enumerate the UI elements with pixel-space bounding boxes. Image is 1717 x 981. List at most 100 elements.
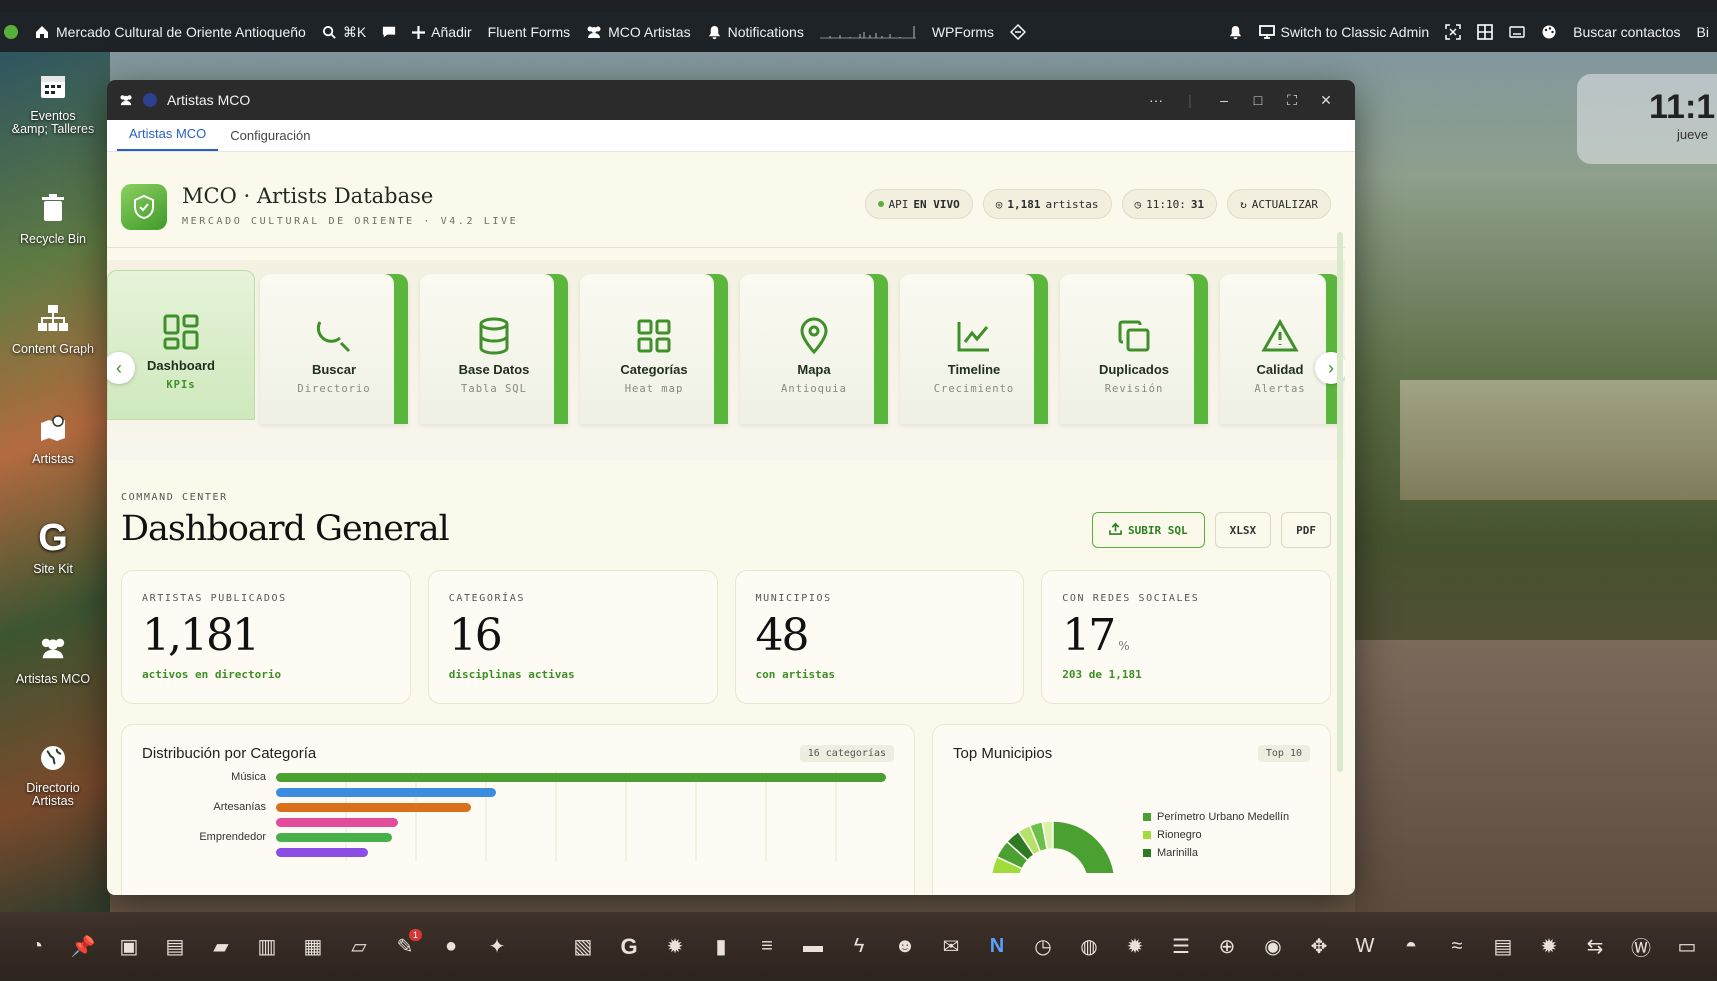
chart-bar[interactable]: [276, 833, 392, 842]
dock-copy-icon[interactable]: ▥: [244, 927, 290, 967]
dock-users-icon[interactable]: ●: [428, 927, 474, 967]
dock-settings-icon[interactable]: ▧: [560, 927, 606, 967]
dock-nf-icon[interactable]: N: [974, 927, 1020, 967]
nav-card-calidad[interactable]: Calidad Alertas: [1220, 274, 1340, 424]
close-icon[interactable]: ✕: [1309, 92, 1343, 109]
palette-button[interactable]: [1533, 12, 1565, 52]
desktop-icon-artistas[interactable]: Artistas: [0, 408, 106, 466]
search-shortcut[interactable]: ⌘K: [314, 12, 374, 52]
chart-bar[interactable]: [276, 788, 496, 797]
nav-card-buscar[interactable]: Buscar Directorio: [260, 274, 408, 424]
dock-ue-icon[interactable]: ◉: [1250, 927, 1296, 967]
add-label: Añadir: [431, 24, 472, 40]
grid-layout-button[interactable]: [1469, 12, 1501, 52]
dock-fw-icon[interactable]: ≈: [1434, 927, 1480, 967]
chart-bar[interactable]: [276, 773, 886, 782]
alerts-bell[interactable]: [1220, 12, 1251, 52]
notifications-link[interactable]: Notifications: [699, 12, 812, 52]
dock-calendar-icon[interactable]: ▦: [290, 927, 336, 967]
restore-icon[interactable]: □: [1241, 92, 1275, 108]
dock-tools-icon[interactable]: ✦: [474, 927, 520, 967]
fit-screen-button[interactable]: [1437, 12, 1469, 52]
chart-bar[interactable]: [276, 848, 368, 857]
dock-plus-icon[interactable]: ⊕: [1204, 927, 1250, 967]
fluent-forms-link[interactable]: Fluent Forms: [480, 12, 578, 52]
dock-wordpress-icon[interactable]: Ⓦ: [1618, 927, 1664, 967]
nav-card-dashboard[interactable]: Dashboard KPIs: [107, 270, 255, 420]
classic-admin-link[interactable]: Switch to Classic Admin: [1251, 12, 1438, 52]
dock-pages-icon[interactable]: ▤: [152, 927, 198, 967]
wp-logo[interactable]: [0, 12, 26, 52]
content-scrollbar[interactable]: [1337, 232, 1343, 772]
window-titlebar[interactable]: Artistas MCO ··· | – □ ⛶ ✕: [107, 80, 1355, 120]
mco-artistas-link[interactable]: MCO Artistas: [578, 12, 698, 52]
chevron-right-icon: ›: [1328, 357, 1334, 378]
nav-card-categorias[interactable]: Categorías Heat map: [580, 274, 728, 424]
trailing-link[interactable]: Bi: [1689, 12, 1717, 52]
export-xlsx-button[interactable]: XLSX: [1214, 512, 1272, 548]
dock-bolt-icon[interactable]: ϟ: [836, 927, 882, 967]
desktop-icon-content-graph[interactable]: Content Graph: [0, 298, 106, 356]
minimize-icon[interactable]: –: [1207, 92, 1241, 108]
nav-card-timeline[interactable]: Timeline Crecimiento: [900, 274, 1048, 424]
desktop-icon-artistas-mco[interactable]: Artistas MCO: [0, 628, 106, 686]
dock-clock-icon[interactable]: ◷: [1020, 927, 1066, 967]
desktop-icon-site-kit[interactable]: G Site Kit: [0, 517, 106, 577]
dock-screen-icon[interactable]: ▭: [1664, 927, 1710, 967]
keyboard-button[interactable]: [1501, 12, 1533, 52]
dock-list-icon[interactable]: ☰: [1158, 927, 1204, 967]
comments-link[interactable]: [374, 12, 404, 52]
dock-plugins-icon[interactable]: ✎ 1: [382, 927, 428, 967]
dock-mail-icon[interactable]: ✉: [928, 927, 974, 967]
dock-globe-icon[interactable]: ◍: [1066, 927, 1112, 967]
desktop-icon-label: Eventos &amp; Talleres: [11, 109, 95, 136]
desktop-icon-recycle-bin[interactable]: Recycle Bin: [0, 188, 106, 246]
nav-card-base-datos[interactable]: Base Datos Tabla SQL: [420, 274, 568, 424]
dock-gear3-icon[interactable]: ✹: [1526, 927, 1572, 967]
refresh-button[interactable]: ↻ ACTUALIZAR: [1227, 189, 1331, 219]
dock-gear-icon[interactable]: ✹: [652, 927, 698, 967]
tab-artistas-mco[interactable]: Artistas MCO: [117, 126, 219, 151]
app-content: MCO · Artists Database MERCADO CULTURAL …: [107, 152, 1345, 895]
upload-sql-button[interactable]: SUBIR SQL: [1092, 512, 1205, 548]
dock-pin-icon[interactable]: 📌: [60, 927, 106, 967]
chart-bar[interactable]: [276, 818, 398, 827]
fullscreen-icon[interactable]: ⛶: [1275, 92, 1309, 109]
chart-bar[interactable]: [276, 803, 472, 812]
export-pdf-button[interactable]: PDF: [1281, 512, 1331, 548]
tab-configuracion[interactable]: Configuración: [218, 128, 322, 151]
diamond-icon: [1010, 24, 1027, 40]
dock-wp-w-icon[interactable]: W: [1342, 927, 1388, 967]
dock-layers-icon[interactable]: ≡: [744, 927, 790, 967]
dock-dashboard-icon[interactable]: ◔: [14, 927, 60, 967]
grid-icon: [1477, 24, 1493, 40]
shortcut-label: ⌘K: [342, 23, 367, 40]
dock-bell-icon[interactable]: ◓: [1388, 927, 1434, 967]
site-link[interactable]: Mercado Cultural de Oriente Antioqueño: [26, 12, 314, 52]
dock-map-icon[interactable]: ▱: [336, 927, 382, 967]
legend-label: Rionegro: [1157, 829, 1202, 841]
dock-gear2-icon[interactable]: ✹: [1112, 927, 1158, 967]
nav-card-mapa[interactable]: Mapa Antioquia: [740, 274, 888, 424]
dock-forms-icon[interactable]: ▬: [790, 927, 836, 967]
dock-db-icon[interactable]: ▤: [1480, 927, 1526, 967]
dock-chart-icon[interactable]: ▮: [698, 927, 744, 967]
wallpaper-tent: [1400, 380, 1717, 500]
more-icon[interactable]: ···: [1139, 92, 1173, 108]
chart-tick-label: Artesanías: [213, 801, 266, 813]
dock-people-icon[interactable]: ☻: [882, 927, 928, 967]
desktop-icon-directorio[interactable]: Directorio Artistas: [0, 738, 106, 808]
add-new-link[interactable]: Añadir: [404, 12, 479, 52]
wpforms-link[interactable]: WPForms: [924, 12, 1002, 52]
dock-google-icon[interactable]: G: [606, 927, 652, 967]
desktop-icon-eventos[interactable]: Eventos &amp; Talleres: [0, 66, 106, 136]
dock-translate-icon[interactable]: ⇆: [1572, 927, 1618, 967]
dock-move-icon[interactable]: ✥: [1296, 927, 1342, 967]
diamond-link[interactable]: [1002, 12, 1034, 52]
donut-slice[interactable]: [1052, 820, 1115, 873]
dock-comments-icon[interactable]: ▰: [198, 927, 244, 967]
dock-media-icon[interactable]: ▣: [106, 927, 152, 967]
contacts-link[interactable]: Buscar contactos: [1565, 12, 1688, 52]
nav-card-duplicados[interactable]: Duplicados Revisión: [1060, 274, 1208, 424]
panel-title: Distribución por Categoría: [142, 745, 317, 762]
